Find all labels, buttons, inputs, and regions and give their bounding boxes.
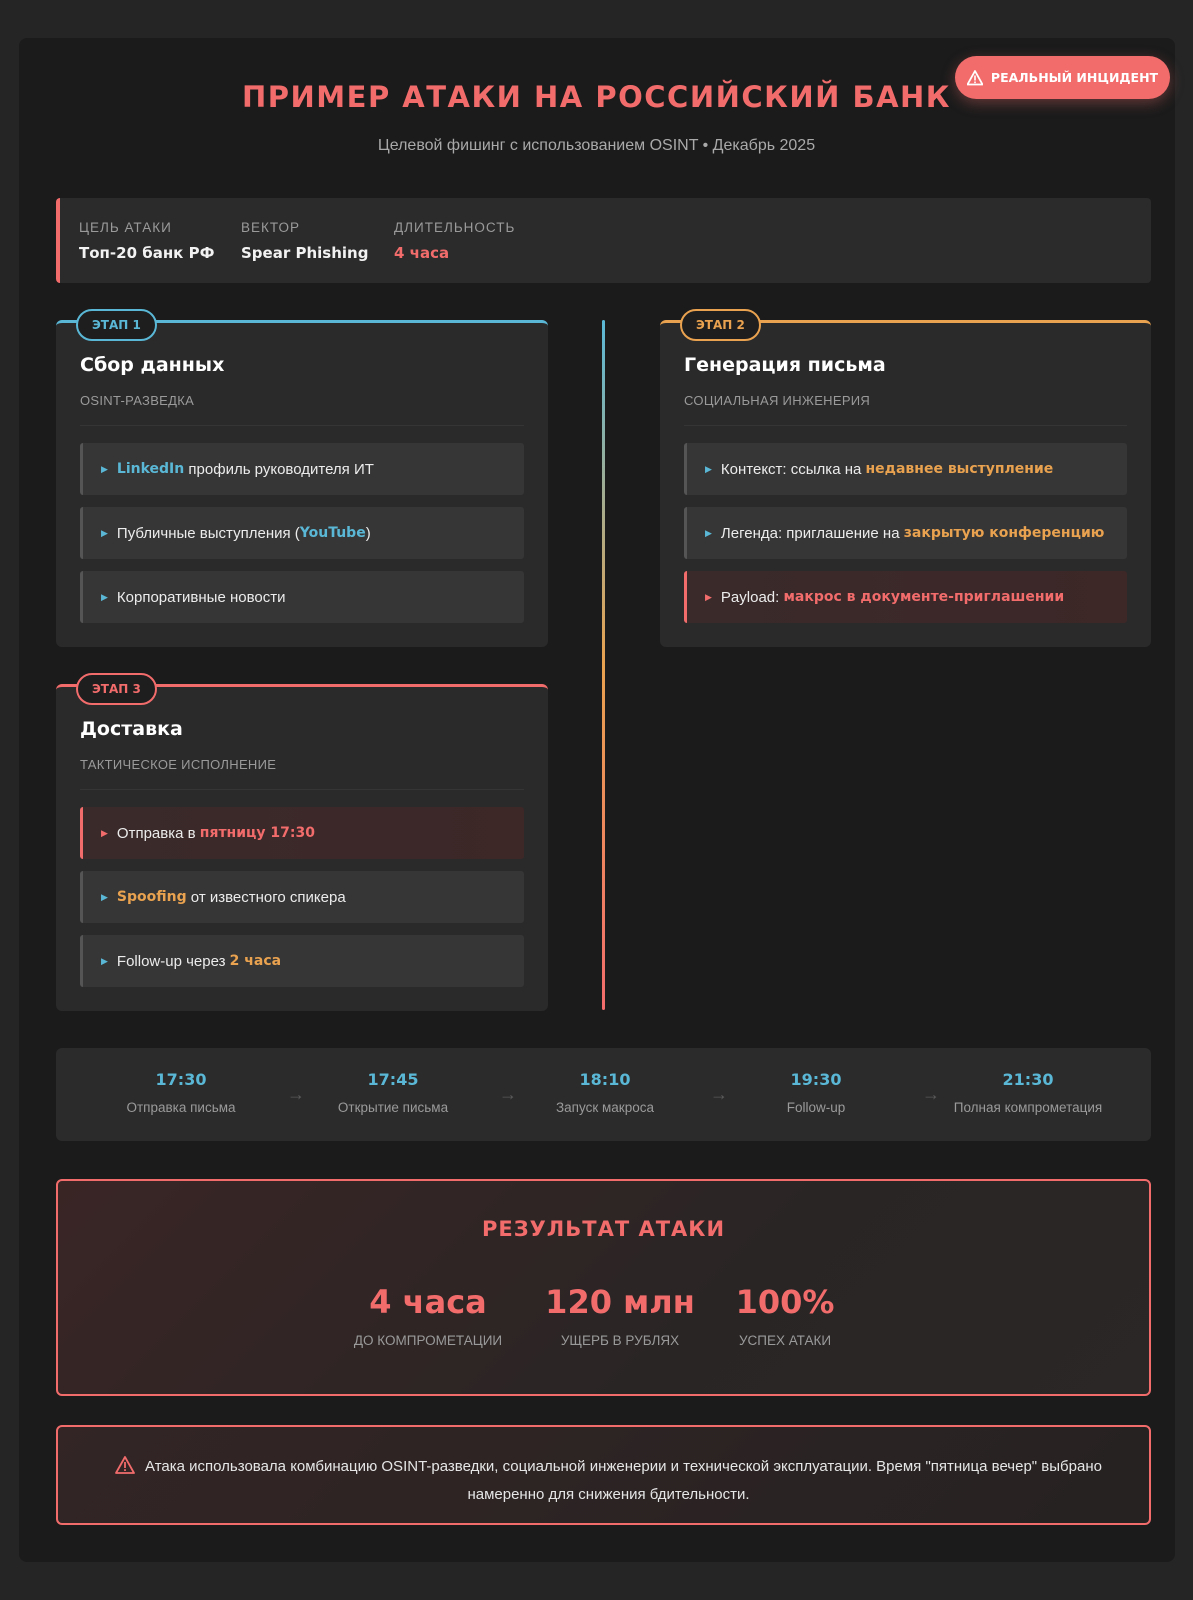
item-highlight: LinkedIn xyxy=(116,461,185,477)
stage-card-2: ЭТАП 2 Генерация письма Социальная инжен… xyxy=(660,309,1151,647)
item-text: Follow-up через xyxy=(116,952,230,970)
item-highlight: 2 часа xyxy=(229,953,282,969)
stat-value: 100% xyxy=(735,1283,835,1321)
meta-target-value: Топ-20 банк РФ xyxy=(79,244,215,262)
meta-target: Цель атаки Топ-20 банк РФ xyxy=(79,220,214,262)
list-item: ▶ LinkedIn профиль руководителя ИТ xyxy=(80,443,524,495)
meta-duration-label: Длительность xyxy=(394,220,516,235)
list-item: ▶ Корпоративные новости xyxy=(80,571,524,623)
attack-timeline: 17:30 Отправка письма → 17:45 Открытие п… xyxy=(56,1048,1151,1141)
timeline-step: 21:30 Полная компрометация xyxy=(928,1070,1128,1115)
stat-label: Успех атаки xyxy=(738,1333,832,1348)
list-item: ▶ Контекст: ссылка на недавнее выступлен… xyxy=(684,443,1127,495)
meta-duration-value: 4 часа xyxy=(394,244,450,262)
timeline-label: Запуск макроса xyxy=(556,1100,654,1115)
warning-icon xyxy=(115,1456,135,1474)
timeline-step: 19:30 Follow-up xyxy=(726,1070,906,1115)
item-text: от известного спикера xyxy=(186,888,346,906)
bullet-arrow-icon: ▶ xyxy=(101,591,108,602)
page-title: ПРИМЕР АТАКИ НА РОССИЙСКИЙ БАНК xyxy=(241,80,952,114)
item-text: Легенда: приглашение на xyxy=(720,524,904,542)
meta-target-label: Цель атаки xyxy=(79,220,172,235)
bullet-arrow-icon: ▶ xyxy=(101,527,108,538)
timeline-time: 17:45 xyxy=(367,1070,419,1089)
stage-3-items: ▶ Отправка в пятницу 17:30 ▶ Spoofing от… xyxy=(80,807,524,999)
stage-card-1: ЭТАП 1 Сбор данных OSINT-разведка ▶ Link… xyxy=(56,309,548,647)
item-text: Payload: xyxy=(720,588,784,606)
stat-value: 4 часа xyxy=(369,1283,487,1321)
result-stat: 100% Успех атаки xyxy=(695,1283,875,1348)
attack-result-card: РЕЗУЛЬТАТ АТАКИ 4 часа До компрометации … xyxy=(56,1179,1151,1396)
stage-2-items: ▶ Контекст: ссылка на недавнее выступлен… xyxy=(684,443,1127,635)
item-text: Публичные выступления ( xyxy=(116,524,300,542)
item-highlight: закрытую конференцию xyxy=(903,525,1105,541)
list-item: ▶ Публичные выступления ( YouTube ) xyxy=(80,507,524,559)
stage-subtitle-1: OSINT-разведка xyxy=(80,393,195,408)
item-text: ) xyxy=(365,524,371,542)
item-text: Контекст: ссылка на xyxy=(720,460,866,478)
bullet-arrow-icon: ▶ xyxy=(101,891,108,902)
stage-card-3: ЭТАП 3 Доставка Тактическое исполнение ▶… xyxy=(56,673,548,1011)
list-item: ▶ Легенда: приглашение на закрытую конфе… xyxy=(684,507,1127,559)
bullet-arrow-icon: ▶ xyxy=(101,955,108,966)
timeline-label: Открытие письма xyxy=(337,1100,449,1115)
stage-title-3: Доставка xyxy=(80,718,183,740)
stage-title-1: Сбор данных xyxy=(80,354,225,376)
divider xyxy=(80,425,524,426)
list-item: ▶ Payload: макрос в документе-приглашени… xyxy=(684,571,1127,623)
timeline-label: Follow-up xyxy=(786,1100,846,1115)
item-highlight: макрос в документе-приглашении xyxy=(783,589,1065,605)
stat-label: До компрометации xyxy=(353,1333,503,1348)
item-text: Корпоративные новости xyxy=(116,588,286,606)
list-item: ▶ Отправка в пятницу 17:30 xyxy=(80,807,524,859)
list-item: ▶ Follow-up через 2 часа xyxy=(80,935,524,987)
stage-pill-3: ЭТАП 3 xyxy=(76,673,157,705)
stat-value: 120 млн xyxy=(545,1283,695,1321)
warning-note: Атака использовала комбинацию OSINT-разв… xyxy=(56,1425,1151,1525)
item-highlight: недавнее выступление xyxy=(865,461,1054,477)
page-subtitle: Целевой фишинг с использованием OSINT • … xyxy=(377,137,816,154)
bullet-arrow-icon: ▶ xyxy=(705,591,712,602)
timeline-time: 21:30 xyxy=(1002,1070,1054,1089)
item-highlight: YouTube xyxy=(299,525,366,541)
divider xyxy=(684,425,1127,426)
stage-pill-1: ЭТАП 1 xyxy=(76,309,157,341)
result-stat: 120 млн Ущерб в рублях xyxy=(530,1283,710,1348)
attack-meta-card: Цель атаки Топ-20 банк РФ Вектор Spear P… xyxy=(56,198,1151,283)
bullet-arrow-icon: ▶ xyxy=(101,827,108,838)
meta-vector-label: Вектор xyxy=(241,220,301,235)
timeline-time: 17:30 xyxy=(155,1070,207,1089)
timeline-step: 17:45 Открытие письма xyxy=(303,1070,483,1115)
timeline-time: 18:10 xyxy=(579,1070,631,1089)
item-text: профиль руководителя ИТ xyxy=(184,460,374,478)
timeline-divider xyxy=(602,320,605,1010)
bullet-arrow-icon: ▶ xyxy=(705,463,712,474)
stage-subtitle-2: Социальная инженерия xyxy=(684,393,871,408)
timeline-label: Полная компрометация xyxy=(953,1100,1103,1115)
stage-subtitle-3: Тактическое исполнение xyxy=(80,757,277,772)
timeline-step: 17:30 Отправка письма xyxy=(91,1070,271,1115)
stage-pill-2: ЭТАП 2 xyxy=(680,309,761,341)
warning-text: Атака использовала комбинацию OSINT-разв… xyxy=(145,1458,1102,1503)
timeline-step: 18:10 Запуск макроса xyxy=(515,1070,695,1115)
bullet-arrow-icon: ▶ xyxy=(101,463,108,474)
meta-duration: Длительность 4 часа xyxy=(394,220,515,262)
stage-1-items: ▶ LinkedIn профиль руководителя ИТ ▶ Пуб… xyxy=(80,443,524,635)
item-text: Отправка в xyxy=(116,824,200,842)
stage-title-2: Генерация письма xyxy=(684,354,886,376)
timeline-label: Отправка письма xyxy=(126,1100,236,1115)
list-item: ▶ Spoofing от известного спикера xyxy=(80,871,524,923)
stat-label: Ущерб в рублях xyxy=(560,1333,680,1348)
meta-vector-value: Spear Phishing xyxy=(241,244,369,262)
divider xyxy=(80,789,524,790)
result-stat: 4 часа До компрометации xyxy=(338,1283,518,1348)
bullet-arrow-icon: ▶ xyxy=(705,527,712,538)
result-title: РЕЗУЛЬТАТ АТАКИ xyxy=(481,1217,726,1241)
timeline-time: 19:30 xyxy=(790,1070,842,1089)
meta-vector: Вектор Spear Phishing xyxy=(241,220,368,262)
item-highlight: пятницу 17:30 xyxy=(199,825,315,841)
item-highlight: Spoofing xyxy=(116,889,187,905)
